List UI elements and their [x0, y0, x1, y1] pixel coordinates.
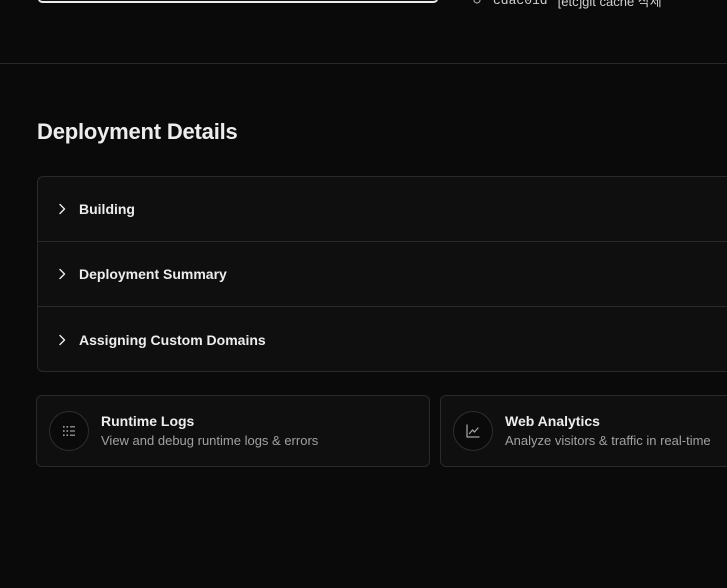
deployment-page: cdac01d [etc]git cache 삭제 Deployment Det…: [0, 0, 727, 588]
card-title: Web Analytics: [505, 413, 600, 429]
commit-sha[interactable]: cdac01d: [493, 0, 548, 8]
list-icon: [49, 411, 89, 451]
accordion-item-deployment-summary[interactable]: Deployment Summary: [38, 242, 727, 307]
deployment-details-accordion: Building Deployment Summary Assigning Cu…: [37, 176, 727, 372]
accordion-item-label: Assigning Custom Domains: [79, 331, 266, 348]
accordion-item-label: Building: [79, 201, 135, 217]
accordion-item-label: Deployment Summary: [79, 266, 227, 282]
chevron-right-icon: [54, 201, 70, 217]
chevron-right-icon: [54, 266, 70, 282]
card-title: Runtime Logs: [101, 413, 195, 429]
accordion-item-custom-domains[interactable]: Assigning Custom Domains: [38, 307, 727, 371]
card-subtitle: View and debug runtime logs & errors: [101, 433, 319, 448]
runtime-logs-card[interactable]: Runtime Logs View and debug runtime logs…: [36, 395, 430, 467]
card-subtitle: Analyze visitors & traffic in real-time: [505, 433, 711, 448]
page-title: Deployment Details: [37, 119, 238, 144]
line-chart-icon: [453, 411, 493, 451]
accordion-item-building[interactable]: Building: [38, 177, 727, 242]
git-commit-icon: [471, 0, 483, 6]
card-text: Web Analytics Analyze visitors & traffic…: [505, 412, 711, 450]
commit-info[interactable]: cdac01d [etc]git cache 삭제: [471, 0, 662, 9]
commit-message: [etc]git cache 삭제: [557, 0, 662, 9]
top-panel: [37, 0, 439, 3]
card-text: Runtime Logs View and debug runtime logs…: [101, 412, 318, 450]
web-analytics-card[interactable]: Web Analytics Analyze visitors & traffic…: [440, 395, 727, 467]
chevron-right-icon: [54, 332, 70, 348]
section-divider: [0, 63, 727, 64]
